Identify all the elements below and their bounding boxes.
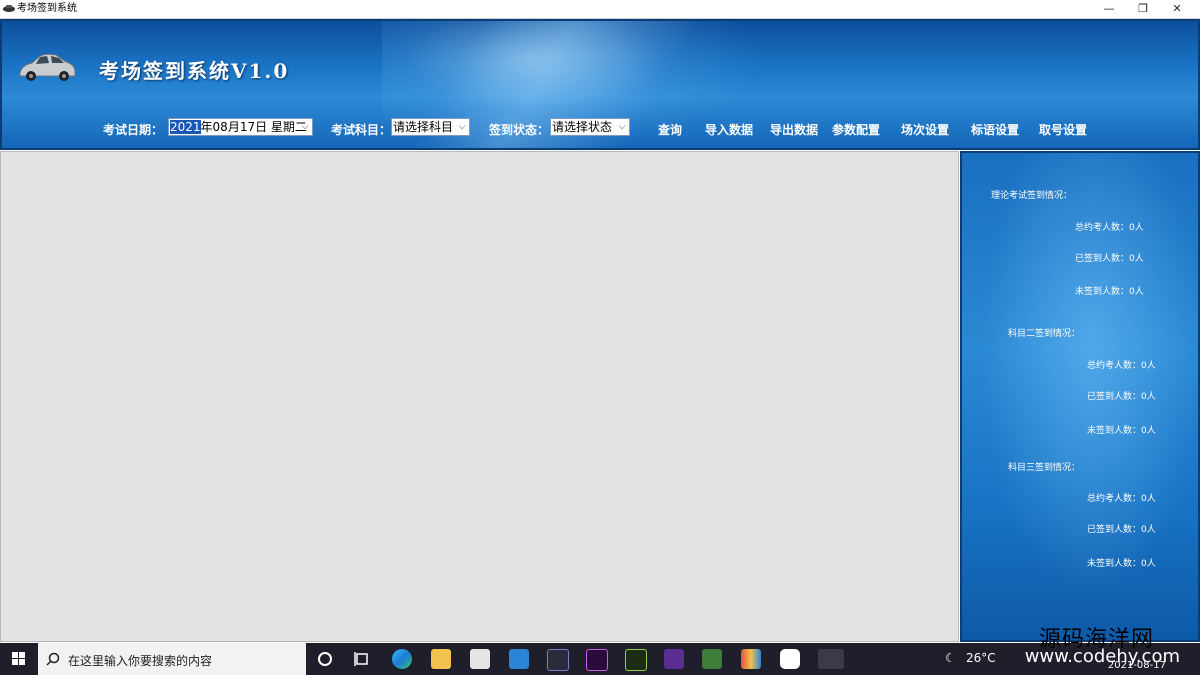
session-settings-button[interactable]: 场次设置: [901, 121, 949, 138]
theory-signed: 已签到人数：0人: [1075, 254, 1144, 264]
chevron-down-icon: ⌵: [458, 122, 466, 132]
task-view-icon[interactable]: [352, 649, 372, 669]
exam-app-taskbar-icon[interactable]: [818, 649, 844, 669]
subject2-signed: 已签到人数：0人: [1087, 392, 1156, 402]
status-select-value: 请选择状态: [552, 120, 613, 134]
subject3-stats-title: 科目三签到情况：: [1008, 463, 1081, 473]
theory-unsigned: 未签到人数：0人: [1075, 287, 1144, 297]
search-icon: [46, 652, 60, 666]
sign-status-select[interactable]: 请选择状态 ⌵: [550, 118, 630, 136]
car-logo-icon: [19, 53, 76, 81]
import-data-button[interactable]: 导入数据: [705, 121, 753, 138]
mail-icon[interactable]: [509, 649, 529, 669]
slogan-settings-button[interactable]: 标语设置: [971, 121, 1019, 138]
close-button[interactable]: ✕: [1160, 0, 1194, 18]
app-header: 考场签到系统V1.0 考试日期： 2021年08月17日 星期二 ⌵ 考试科目：…: [0, 19, 1200, 150]
query-button[interactable]: 查询: [658, 121, 682, 138]
subject2-stats-title: 科目二签到情况：: [1008, 329, 1081, 339]
premiere-icon[interactable]: [586, 649, 608, 671]
subject3-signed: 已签到人数：0人: [1087, 525, 1156, 535]
theory-stats-title: 理论考试签到情况：: [991, 191, 1073, 201]
subject-select-value: 请选择科目: [393, 120, 454, 134]
window-title-bar: 考场签到系统 — ❐ ✕: [0, 0, 1200, 19]
minimize-button[interactable]: —: [1092, 0, 1126, 18]
chevron-down-icon: ⌵: [301, 122, 309, 132]
exam-subject-select[interactable]: 请选择科目 ⌵: [391, 118, 470, 136]
file-explorer-icon[interactable]: [431, 649, 451, 669]
store-icon[interactable]: [470, 649, 490, 669]
subject2-total: 总约考人数：0人: [1087, 361, 1156, 371]
dreamweaver-icon[interactable]: [625, 649, 647, 671]
subject3-total: 总约考人数：0人: [1087, 494, 1156, 504]
app-title: 考场签到系统V1.0: [99, 59, 290, 83]
param-config-button[interactable]: 参数配置: [832, 121, 880, 138]
windows-taskbar: 在这里输入你要搜索的内容 ☾ 26°C 2021-08-17: [0, 643, 1200, 675]
exam-date-label: 考试日期：: [103, 123, 164, 137]
export-data-button[interactable]: 导出数据: [770, 121, 818, 138]
watermark-url: www.codehy.com: [1024, 646, 1180, 667]
exam-subject-label: 考试科目：: [331, 123, 392, 137]
app-icon-colorful[interactable]: [741, 649, 761, 669]
infinity-app-icon[interactable]: [547, 649, 569, 671]
data-grid-area[interactable]: [0, 151, 959, 642]
visual-studio-icon[interactable]: [664, 649, 684, 669]
search-placeholder: 在这里输入你要搜索的内容: [68, 654, 213, 668]
app-icon-green[interactable]: [702, 649, 722, 669]
subject3-unsigned: 未签到人数：0人: [1087, 559, 1156, 569]
car-app-icon: [3, 5, 15, 12]
exam-date-picker[interactable]: 2021年08月17日 星期二 ⌵: [168, 118, 313, 136]
edge-browser-icon[interactable]: [392, 649, 412, 669]
sign-status-label: 签到状态：: [489, 123, 550, 137]
weather-temp: 26°C: [966, 651, 996, 665]
subject2-unsigned: 未签到人数：0人: [1087, 426, 1156, 436]
weather-moon-icon: ☾: [945, 651, 956, 665]
windows-start-icon[interactable]: [0, 643, 38, 675]
date-rest: 年08月17日 星期二: [200, 120, 307, 134]
date-year-selected: 2021: [170, 120, 201, 134]
chevron-down-icon: ⌵: [618, 122, 626, 132]
app-icon-white[interactable]: [780, 649, 800, 669]
window-title: 考场签到系统: [17, 3, 77, 14]
maximize-button[interactable]: ❐: [1126, 0, 1160, 18]
ticket-settings-button[interactable]: 取号设置: [1039, 121, 1087, 138]
taskbar-search-box[interactable]: 在这里输入你要搜索的内容: [38, 643, 306, 675]
theory-total: 总约考人数：0人: [1075, 223, 1144, 233]
stats-panel: 理论考试签到情况： 总约考人数：0人 已签到人数：0人 未签到人数：0人 科目二…: [960, 151, 1200, 642]
task-view-cortana-icon[interactable]: [315, 649, 335, 669]
